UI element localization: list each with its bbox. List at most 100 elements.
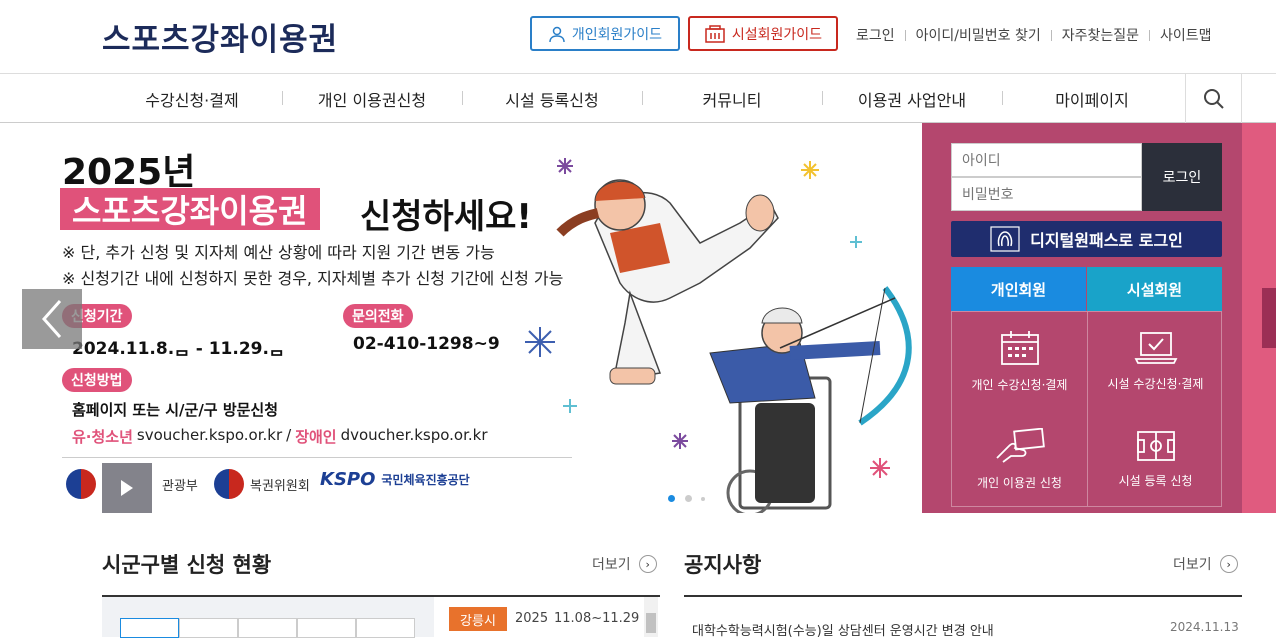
- quick-personal-voucher-apply[interactable]: 개인 이용권 신청: [952, 410, 1087, 508]
- person-guide-label: 개인회원가이드: [571, 26, 663, 43]
- chevron-right-icon: ›: [638, 555, 657, 573]
- org-lottery: 복권위원회: [214, 469, 310, 499]
- hand-card-icon: [995, 427, 1045, 463]
- divider: [684, 595, 1242, 597]
- digital-onepass-login-button[interactable]: 디지털원패스로 로그인: [951, 221, 1222, 257]
- site-logo[interactable]: 스포츠강좌이용권: [102, 14, 338, 59]
- region-tab[interactable]: [179, 618, 238, 638]
- region-tab[interactable]: [297, 618, 356, 638]
- sparkle-icon: [525, 327, 555, 357]
- youth-label: 유·청소년: [72, 428, 133, 446]
- org-mcst-label: 관광부: [162, 478, 198, 494]
- nav-item-facility-registration[interactable]: 시설 등록신청: [462, 74, 642, 123]
- kspo-label: 국민체육진흥공단: [381, 473, 470, 487]
- nav-item-mypage[interactable]: 마이페이지: [1002, 74, 1182, 123]
- nav-item-personal-voucher[interactable]: 개인 이용권신청: [282, 74, 462, 123]
- nav-item-community[interactable]: 커뮤니티: [642, 74, 822, 123]
- login-link[interactable]: 로그인: [856, 25, 895, 45]
- phone-value: 02-410-1298~9: [353, 334, 500, 354]
- quick-menu-grid: 개인 수강신청·결제 시설 수강신청·결제 개인 이용권 신청 시설 등록 신청: [951, 311, 1222, 507]
- faq-link[interactable]: 자주찾는질문: [1062, 25, 1139, 45]
- main-nav: 수강신청·결제 개인 이용권신청 시설 등록신청 커뮤니티 이용권 사업안내 마…: [0, 74, 1276, 123]
- youth-url[interactable]: svoucher.kspo.or.kr: [137, 426, 282, 447]
- kspo-logo: KSPO: [320, 469, 376, 490]
- taegeuk-icon: [214, 469, 244, 499]
- slide-indicator[interactable]: [701, 497, 705, 501]
- org-kspo: KSPO 국민체육진흥공단: [320, 469, 470, 490]
- notice-item[interactable]: 대학수학능력시험(수능)일 상담센터 운영시간 변경 안내: [692, 620, 994, 639]
- region-year: 2025: [515, 611, 549, 626]
- laptop-check-icon: [1134, 331, 1177, 364]
- region-tab[interactable]: [238, 618, 297, 638]
- nav-item-program-info[interactable]: 이용권 사업안내: [822, 74, 1002, 123]
- chevron-right-icon: ›: [1219, 555, 1238, 573]
- status-scrollbar-thumb[interactable]: [646, 613, 656, 633]
- fingerprint-icon: [990, 226, 1020, 252]
- find-id-password-link[interactable]: 아이디/비밀번호 찾기: [916, 25, 1041, 45]
- quick-personal-voucher-apply-label: 개인 이용권 신청: [977, 475, 1062, 490]
- region-tab[interactable]: [120, 618, 179, 638]
- status-section-title: 시군구별 신청 현황: [102, 553, 272, 577]
- quick-personal-enroll-payment[interactable]: 개인 수강신청·결제: [952, 312, 1087, 410]
- notice-section-title: 공지사항: [684, 553, 762, 577]
- facility-guide-label: 시설회원가이드: [731, 26, 823, 43]
- login-button[interactable]: 로그인: [1142, 143, 1222, 211]
- disabled-url[interactable]: dvoucher.kspo.or.kr: [341, 426, 488, 447]
- utility-links: 로그인 아이디/비밀번호 찾기 자주찾는질문 사이트맵: [856, 25, 1212, 45]
- quick-facility-enroll-payment[interactable]: 시설 수강신청·결제: [1088, 312, 1223, 410]
- site-header: 스포츠강좌이용권 개인회원가이드 시설회원가이드 로그인 아이디/비밀번호 찾기…: [0, 0, 1276, 74]
- tab-facility-member[interactable]: 시설회원: [1087, 267, 1222, 311]
- divider: [1149, 29, 1151, 41]
- notice-more-label: 더보기: [1173, 557, 1212, 573]
- slide-indicator-active[interactable]: [668, 495, 675, 502]
- play-slide-button[interactable]: [102, 463, 152, 513]
- hero-illustration: [525, 158, 912, 513]
- method-badge: 신청방법: [62, 368, 132, 392]
- person-icon: [549, 26, 565, 42]
- field-icon: [1136, 430, 1175, 461]
- divider: [62, 457, 572, 458]
- person-guide-button[interactable]: 개인회원가이드: [530, 16, 680, 51]
- divider: [904, 29, 906, 41]
- chevron-left-icon: [41, 300, 62, 338]
- method-value: 홈페이지 또는 시/군/구 방문신청: [72, 401, 279, 419]
- quick-facility-register[interactable]: 시설 등록 신청: [1088, 410, 1223, 508]
- hero-banner: 2025년 스포츠강좌이용권 신청하세요! ※ 단, 추가 신청 및 지자체 예…: [0, 123, 922, 513]
- play-icon: [121, 480, 133, 496]
- sparkle-icon: [870, 458, 890, 478]
- password-input[interactable]: [951, 177, 1142, 211]
- phone-badge: 문의전화: [343, 304, 413, 328]
- status-more-link[interactable]: 더보기 ›: [592, 554, 657, 574]
- status-more-label: 더보기: [592, 557, 631, 573]
- slide-indicator[interactable]: [685, 495, 692, 502]
- apply-sites: 유·청소년 svoucher.kspo.or.kr / 장애인 dvoucher…: [72, 426, 488, 447]
- hero-note-2: ※ 신청기간 내에 신청하지 못한 경우, 지자체별 추가 신청 기간에 신청 …: [62, 269, 564, 288]
- region-badge: 강릉시: [449, 607, 507, 631]
- building-icon: [705, 24, 725, 43]
- search-button[interactable]: [1185, 74, 1242, 123]
- quick-facility-enroll-payment-label: 시설 수강신청·결제: [1107, 376, 1204, 391]
- region-dates: 11.08~11.29: [554, 611, 640, 626]
- nav-item-enrollment-payment[interactable]: 수강신청·결제: [102, 74, 282, 123]
- disabled-label: 장애인: [295, 428, 337, 446]
- id-input[interactable]: [951, 143, 1142, 177]
- facility-guide-button[interactable]: 시설회원가이드: [688, 16, 838, 51]
- next-slide-button[interactable]: [1262, 288, 1276, 348]
- hero-title-highlight: 스포츠강좌이용권: [60, 188, 320, 230]
- slash: /: [286, 426, 292, 444]
- notice-more-link[interactable]: 더보기 ›: [1173, 554, 1238, 574]
- digital-onepass-label: 디지털원패스로 로그인: [1030, 231, 1183, 250]
- sparkle-icon: [801, 161, 819, 179]
- notice-date: 2024.11.13: [1170, 620, 1239, 634]
- tab-personal-member[interactable]: 개인회원: [951, 267, 1086, 311]
- prev-slide-button[interactable]: [22, 289, 82, 349]
- sparkle-icon: [850, 236, 862, 248]
- quick-facility-register-label: 시설 등록 신청: [1118, 473, 1193, 488]
- sparkle-icon: [557, 158, 573, 174]
- region-tab[interactable]: [356, 618, 415, 638]
- quick-personal-enroll-payment-label: 개인 수강신청·결제: [971, 377, 1068, 392]
- hero-note-1: ※ 단, 추가 신청 및 지자체 예산 상황에 따라 지원 기간 변동 가능: [62, 243, 495, 262]
- sparkle-icon: [672, 433, 688, 449]
- calendar-icon: [1000, 330, 1039, 365]
- sitemap-link[interactable]: 사이트맵: [1160, 25, 1212, 45]
